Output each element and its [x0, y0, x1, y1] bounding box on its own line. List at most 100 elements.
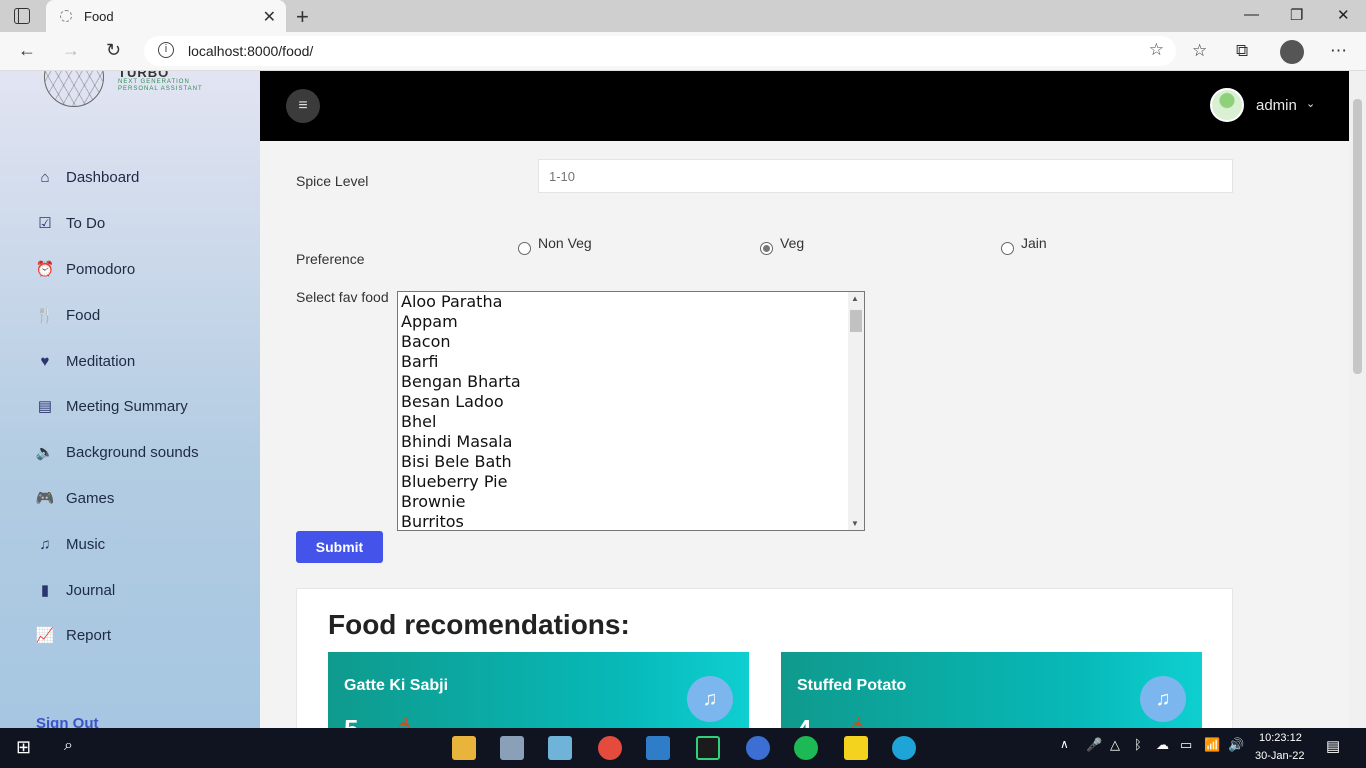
sidebar-item-games[interactable]: 🎮 Games	[35, 486, 115, 510]
page-scroll-thumb[interactable]	[1353, 99, 1362, 374]
listbox-scrollbar[interactable]: ▲ ▼	[848, 292, 864, 530]
sidebar-item-label: Pomodoro	[66, 260, 136, 278]
food-card[interactable]: Gatte Ki Sabji ♫ 5 🌶	[328, 652, 749, 728]
chart-line-icon: 📈	[35, 627, 55, 644]
edge-browser-icon[interactable]	[892, 736, 916, 760]
collections-icon[interactable]: ⧉	[1236, 41, 1248, 61]
food-icon: 🍴	[35, 307, 55, 324]
sign-out-link[interactable]: Sign Out	[36, 715, 99, 728]
preference-nonveg-label[interactable]: Non Veg	[538, 235, 592, 251]
preference-jain-label[interactable]: Jain	[1021, 235, 1047, 251]
volume-icon: 🔈	[35, 444, 55, 461]
sidebar-item-food[interactable]: 🍴 Food	[35, 303, 101, 327]
clock-time[interactable]: 10:23:12	[1259, 732, 1302, 744]
photos-app-icon[interactable]	[500, 736, 524, 760]
google-drive-icon[interactable]: △	[1110, 737, 1120, 753]
search-icon[interactable]: ⌕	[64, 737, 73, 755]
close-window-icon[interactable]: ✕	[1337, 6, 1350, 24]
sidebar-item-todo[interactable]: ☑ To Do	[36, 211, 105, 235]
forward-icon[interactable]: →	[62, 40, 80, 61]
home-icon: ⌂	[40, 168, 50, 186]
notes-app-icon[interactable]	[548, 736, 572, 760]
back-icon[interactable]: ←	[18, 40, 36, 61]
address-bar[interactable]: i localhost:8000/food/ ☆	[144, 36, 1176, 66]
close-tab-icon[interactable]: ✕	[263, 7, 276, 27]
recommendations-title: Food recomendations:	[328, 609, 630, 640]
sidebar-item-meeting-summary[interactable]: ▤ Meeting Summary	[36, 394, 188, 418]
word-app-icon[interactable]	[746, 736, 770, 760]
food-option[interactable]: Bacon	[398, 332, 864, 352]
vscode-icon[interactable]	[646, 736, 670, 760]
food-option[interactable]: Bhel	[398, 412, 864, 432]
microphone-icon[interactable]: 🎤	[1086, 737, 1102, 753]
preference-veg-radio[interactable]	[760, 242, 773, 255]
sticky-notes-icon[interactable]	[844, 736, 868, 760]
tab-actions-icon[interactable]	[14, 8, 30, 24]
wifi-icon[interactable]: 📶	[1204, 737, 1220, 753]
food-option[interactable]: Burritos	[398, 512, 864, 530]
music-note-icon[interactable]: ♫	[1140, 676, 1186, 722]
top-navbar: ≡ admin ⌄	[260, 71, 1349, 141]
preference-jain-radio[interactable]	[1001, 242, 1014, 255]
food-option[interactable]: Bengan Bharta	[398, 372, 864, 392]
browser-tab[interactable]: Food ✕	[46, 0, 286, 32]
food-option[interactable]: Brownie	[398, 492, 864, 512]
notifications-icon[interactable]: ▤	[1326, 737, 1340, 755]
hamburger-menu-icon[interactable]: ≡	[286, 89, 320, 123]
user-avatar[interactable]	[1210, 88, 1244, 122]
sidebar-item-label: Meditation	[66, 352, 136, 370]
food-option[interactable]: Besan Ladoo	[398, 392, 864, 412]
chevron-up-icon[interactable]: ∧	[1060, 737, 1069, 751]
sidebar-item-dashboard[interactable]: ⌂ Dashboard	[36, 165, 139, 189]
spotify-icon[interactable]	[794, 736, 818, 760]
fav-food-listbox[interactable]: Aloo Paratha Appam Bacon Barfi Bengan Bh…	[397, 291, 865, 531]
file-explorer-icon[interactable]	[452, 736, 476, 760]
chili-icon: 🌶	[386, 716, 411, 728]
chevron-down-icon[interactable]: ⌄	[1306, 97, 1315, 110]
food-option[interactable]: Aloo Paratha	[398, 292, 864, 312]
add-favorite-icon[interactable]: ☆	[1149, 40, 1164, 60]
bluetooth-icon[interactable]: ᛒ	[1134, 737, 1142, 752]
scroll-down-icon[interactable]: ▼	[851, 519, 859, 528]
speaker-icon[interactable]: 🔊	[1228, 737, 1244, 753]
food-option[interactable]: Barfi	[398, 352, 864, 372]
address-url[interactable]: localhost:8000/food/	[188, 43, 313, 59]
scroll-up-icon[interactable]: ▲	[851, 294, 859, 303]
sidebar-item-background-sounds[interactable]: 🔈 Background sounds	[36, 440, 199, 464]
info-icon[interactable]: i	[158, 42, 174, 58]
sidebar-item-pomodoro[interactable]: ⏰ Pomodoro	[36, 257, 136, 281]
profile-avatar[interactable]	[1280, 40, 1304, 64]
username[interactable]: admin	[1256, 97, 1297, 114]
battery-icon[interactable]: ▭	[1180, 737, 1192, 753]
food-option[interactable]: Blueberry Pie	[398, 472, 864, 492]
preference-nonveg-radio[interactable]	[518, 242, 531, 255]
submit-button[interactable]: Submit	[296, 531, 383, 563]
windows-start-icon[interactable]: ⊞	[16, 737, 31, 758]
sidebar-item-label: Report	[66, 626, 112, 644]
spice-level-input[interactable]	[538, 159, 1233, 193]
food-option[interactable]: Bhindi Masala	[398, 432, 864, 452]
preference-veg-label[interactable]: Veg	[780, 235, 804, 251]
music-note-icon[interactable]: ♫	[687, 676, 733, 722]
clock-date[interactable]: 30-Jan-22	[1255, 750, 1305, 762]
favorites-icon[interactable]: ☆	[1192, 41, 1207, 61]
minimize-icon[interactable]: —	[1244, 6, 1259, 23]
onedrive-icon[interactable]: ☁	[1156, 737, 1169, 753]
pycharm-icon[interactable]	[696, 736, 720, 760]
new-tab-icon[interactable]: +	[296, 4, 309, 30]
sidebar-item-label: Dashboard	[66, 168, 140, 186]
gamepad-icon: 🎮	[35, 490, 55, 507]
sidebar-item-music[interactable]: ♫ Music	[36, 532, 105, 556]
page-scrollbar[interactable]	[1349, 71, 1366, 728]
refresh-icon[interactable]: ↻	[106, 40, 121, 61]
sidebar-item-journal[interactable]: ▮ Journal	[36, 578, 115, 602]
listbox-scroll-thumb[interactable]	[850, 310, 862, 332]
food-option[interactable]: Appam	[398, 312, 864, 332]
sidebar-item-meditation[interactable]: ♥ Meditation	[36, 349, 136, 373]
chrome-icon[interactable]	[598, 736, 622, 760]
food-option[interactable]: Bisi Bele Bath	[398, 452, 864, 472]
food-card[interactable]: Stuffed Potato ♫ 4 🌶	[781, 652, 1202, 728]
sidebar-item-report[interactable]: 📈 Report	[36, 623, 111, 647]
more-options-icon[interactable]: ⋯	[1330, 41, 1347, 61]
restore-icon[interactable]: ❐	[1290, 6, 1303, 24]
